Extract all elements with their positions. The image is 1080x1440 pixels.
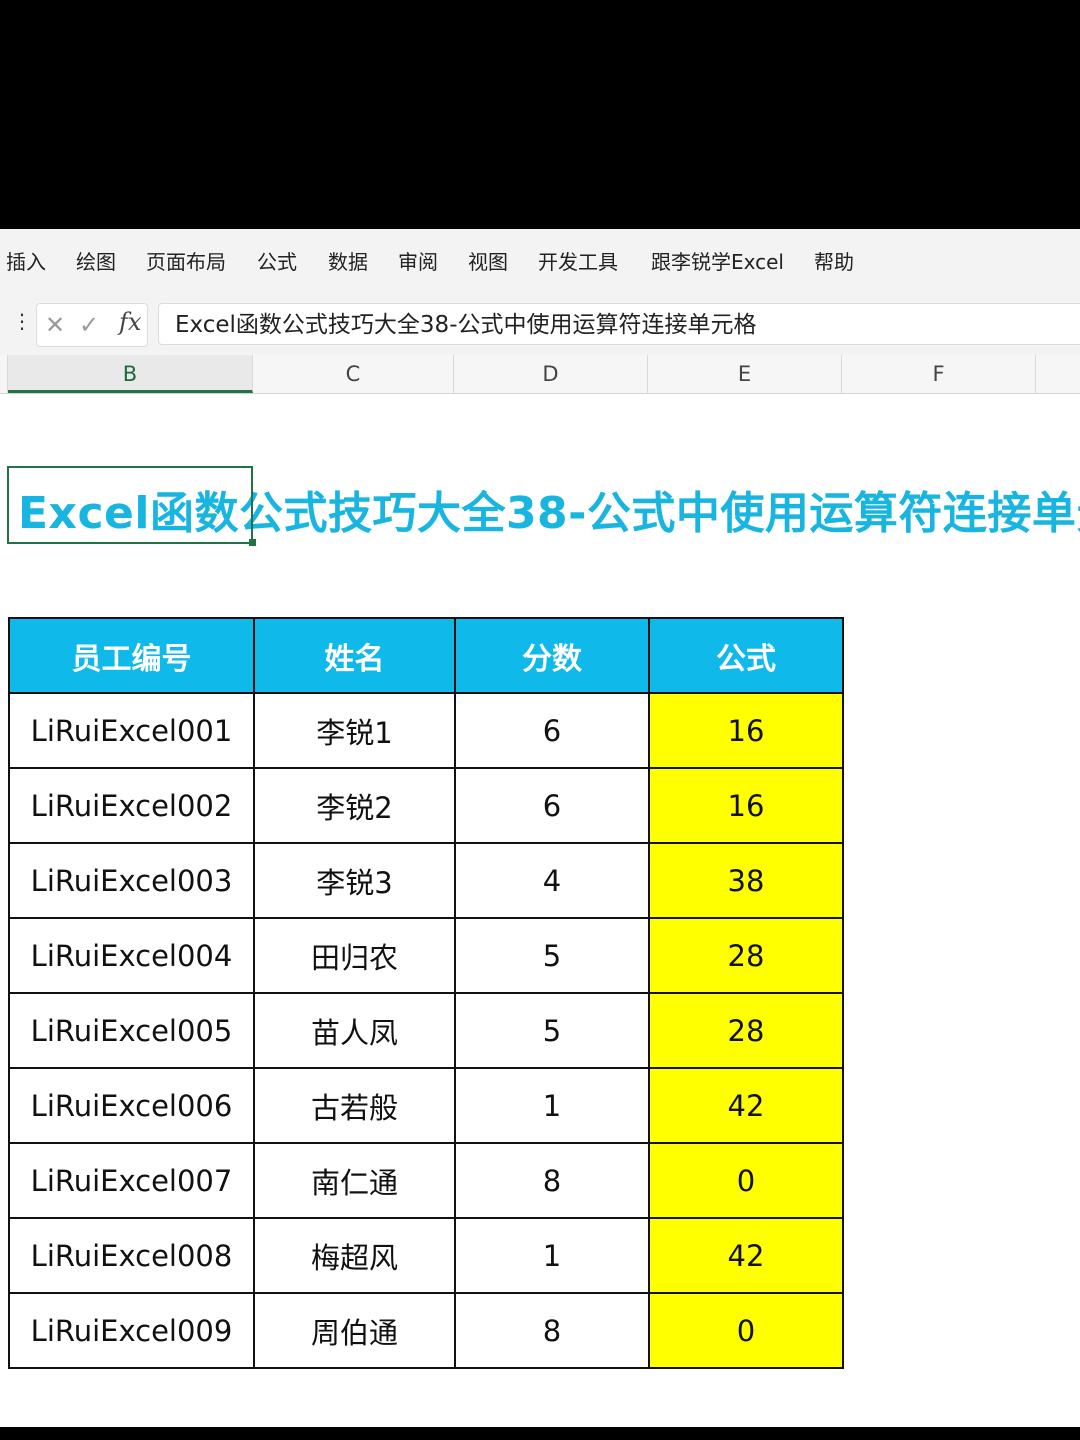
table-header-row: 员工编号 姓名 分数 公式 — [8, 617, 844, 694]
cell-score[interactable]: 1 — [454, 1067, 650, 1144]
cell-employee-id[interactable]: LiRuiExcel007 — [8, 1142, 255, 1219]
table-row: LiRuiExcel004 田归农 5 28 — [8, 917, 844, 994]
cell-name[interactable]: 田归农 — [253, 917, 456, 994]
tab-draw[interactable]: 绘图 — [76, 247, 116, 277]
ribbon-tab-bar: 插入 绘图 页面布局 公式 数据 审阅 视图 开发工具 跟李锐学Excel 帮助 — [0, 229, 1080, 292]
tab-developer[interactable]: 开发工具 — [538, 247, 618, 277]
formula-input[interactable]: Excel函数公式技巧大全38-公式中使用运算符连接单元格 — [158, 303, 1080, 345]
table-row: LiRuiExcel002 李锐2 6 16 — [8, 767, 844, 844]
cell-employee-id[interactable]: LiRuiExcel006 — [8, 1067, 255, 1144]
cell-score[interactable]: 5 — [454, 917, 650, 994]
cell-name[interactable]: 周伯通 — [253, 1292, 456, 1369]
cell-employee-id[interactable]: LiRuiExcel004 — [8, 917, 255, 994]
table-row: LiRuiExcel003 李锐3 4 38 — [8, 842, 844, 919]
employee-table: 员工编号 姓名 分数 公式 LiRuiExcel001 李锐1 6 16 LiR… — [8, 617, 844, 1369]
cell-formula-result[interactable]: 28 — [648, 992, 844, 1069]
header-employee-id[interactable]: 员工编号 — [8, 617, 255, 694]
header-name[interactable]: 姓名 — [253, 617, 456, 694]
cell-formula-result[interactable]: 16 — [648, 692, 844, 769]
cell-score[interactable]: 6 — [454, 692, 650, 769]
cell-score[interactable]: 8 — [454, 1292, 650, 1369]
cell-name[interactable]: 李锐1 — [253, 692, 456, 769]
tab-page-layout[interactable]: 页面布局 — [146, 247, 226, 277]
column-header-f[interactable]: F — [842, 355, 1036, 393]
column-header-strip: B C D E F — [0, 355, 1080, 394]
tab-view[interactable]: 视图 — [468, 247, 508, 277]
table-row: LiRuiExcel005 苗人凤 5 28 — [8, 992, 844, 1069]
cell-formula-result[interactable]: 28 — [648, 917, 844, 994]
cell-employee-id[interactable]: LiRuiExcel002 — [8, 767, 255, 844]
column-header-e[interactable]: E — [648, 355, 842, 393]
tab-help[interactable]: 帮助 — [814, 247, 854, 277]
tab-formulas[interactable]: 公式 — [257, 247, 297, 277]
table-row: LiRuiExcel001 李锐1 6 16 — [8, 692, 844, 769]
table-row: LiRuiExcel009 周伯通 8 0 — [8, 1292, 844, 1369]
table-row: LiRuiExcel007 南仁通 8 0 — [8, 1142, 844, 1219]
cell-employee-id[interactable]: LiRuiExcel008 — [8, 1217, 255, 1294]
cell-employee-id[interactable]: LiRuiExcel009 — [8, 1292, 255, 1369]
tab-insert[interactable]: 插入 — [6, 247, 46, 277]
header-score[interactable]: 分数 — [454, 617, 650, 694]
insert-function-icon[interactable]: fx — [119, 308, 141, 336]
cell-formula-result[interactable]: 16 — [648, 767, 844, 844]
column-header-g[interactable] — [1036, 355, 1080, 393]
video-frame: 插入 绘图 页面布局 公式 数据 审阅 视图 开发工具 跟李锐学Excel 帮助… — [0, 0, 1080, 1440]
cell-name[interactable]: 苗人凤 — [253, 992, 456, 1069]
cell-score[interactable]: 4 — [454, 842, 650, 919]
cell-name[interactable]: 梅超风 — [253, 1217, 456, 1294]
cell-formula-result[interactable]: 42 — [648, 1217, 844, 1294]
cell-score[interactable]: 1 — [454, 1217, 650, 1294]
cell-formula-result[interactable]: 0 — [648, 1142, 844, 1219]
tab-liruiexcel[interactable]: 跟李锐学Excel — [651, 247, 784, 277]
table-row: LiRuiExcel008 梅超风 1 42 — [8, 1217, 844, 1294]
cancel-icon[interactable]: ✕ — [45, 310, 65, 340]
excel-window: 插入 绘图 页面布局 公式 数据 审阅 视图 开发工具 跟李锐学Excel 帮助… — [0, 229, 1080, 1427]
cell-name[interactable]: 南仁通 — [253, 1142, 456, 1219]
cell-name[interactable]: 李锐2 — [253, 767, 456, 844]
formula-bar: ⋮ ✕ ✓ fx Excel函数公式技巧大全38-公式中使用运算符连接单元格 — [0, 291, 1080, 355]
cell-score[interactable]: 5 — [454, 992, 650, 1069]
cell-formula-result[interactable]: 38 — [648, 842, 844, 919]
table-row: LiRuiExcel006 古若般 1 42 — [8, 1067, 844, 1144]
more-options-icon[interactable]: ⋮ — [12, 309, 32, 333]
cell-formula-result[interactable]: 0 — [648, 1292, 844, 1369]
tab-data[interactable]: 数据 — [328, 247, 368, 277]
active-cell-selection[interactable] — [7, 466, 253, 544]
fill-handle[interactable] — [249, 539, 256, 546]
cell-employee-id[interactable]: LiRuiExcel001 — [8, 692, 255, 769]
cell-formula-result[interactable]: 42 — [648, 1067, 844, 1144]
row-header-corner[interactable] — [0, 355, 8, 393]
tab-review[interactable]: 审阅 — [398, 247, 438, 277]
cell-name[interactable]: 李锐3 — [253, 842, 456, 919]
confirm-icon[interactable]: ✓ — [79, 310, 99, 340]
cell-name[interactable]: 古若般 — [253, 1067, 456, 1144]
column-header-c[interactable]: C — [253, 355, 454, 393]
cell-employee-id[interactable]: LiRuiExcel003 — [8, 842, 255, 919]
column-header-d[interactable]: D — [454, 355, 648, 393]
cell-score[interactable]: 6 — [454, 767, 650, 844]
formula-buttons: ✕ ✓ fx — [36, 303, 148, 347]
cell-score[interactable]: 8 — [454, 1142, 650, 1219]
cell-employee-id[interactable]: LiRuiExcel005 — [8, 992, 255, 1069]
header-formula[interactable]: 公式 — [648, 617, 844, 694]
column-header-b[interactable]: B — [8, 355, 253, 393]
